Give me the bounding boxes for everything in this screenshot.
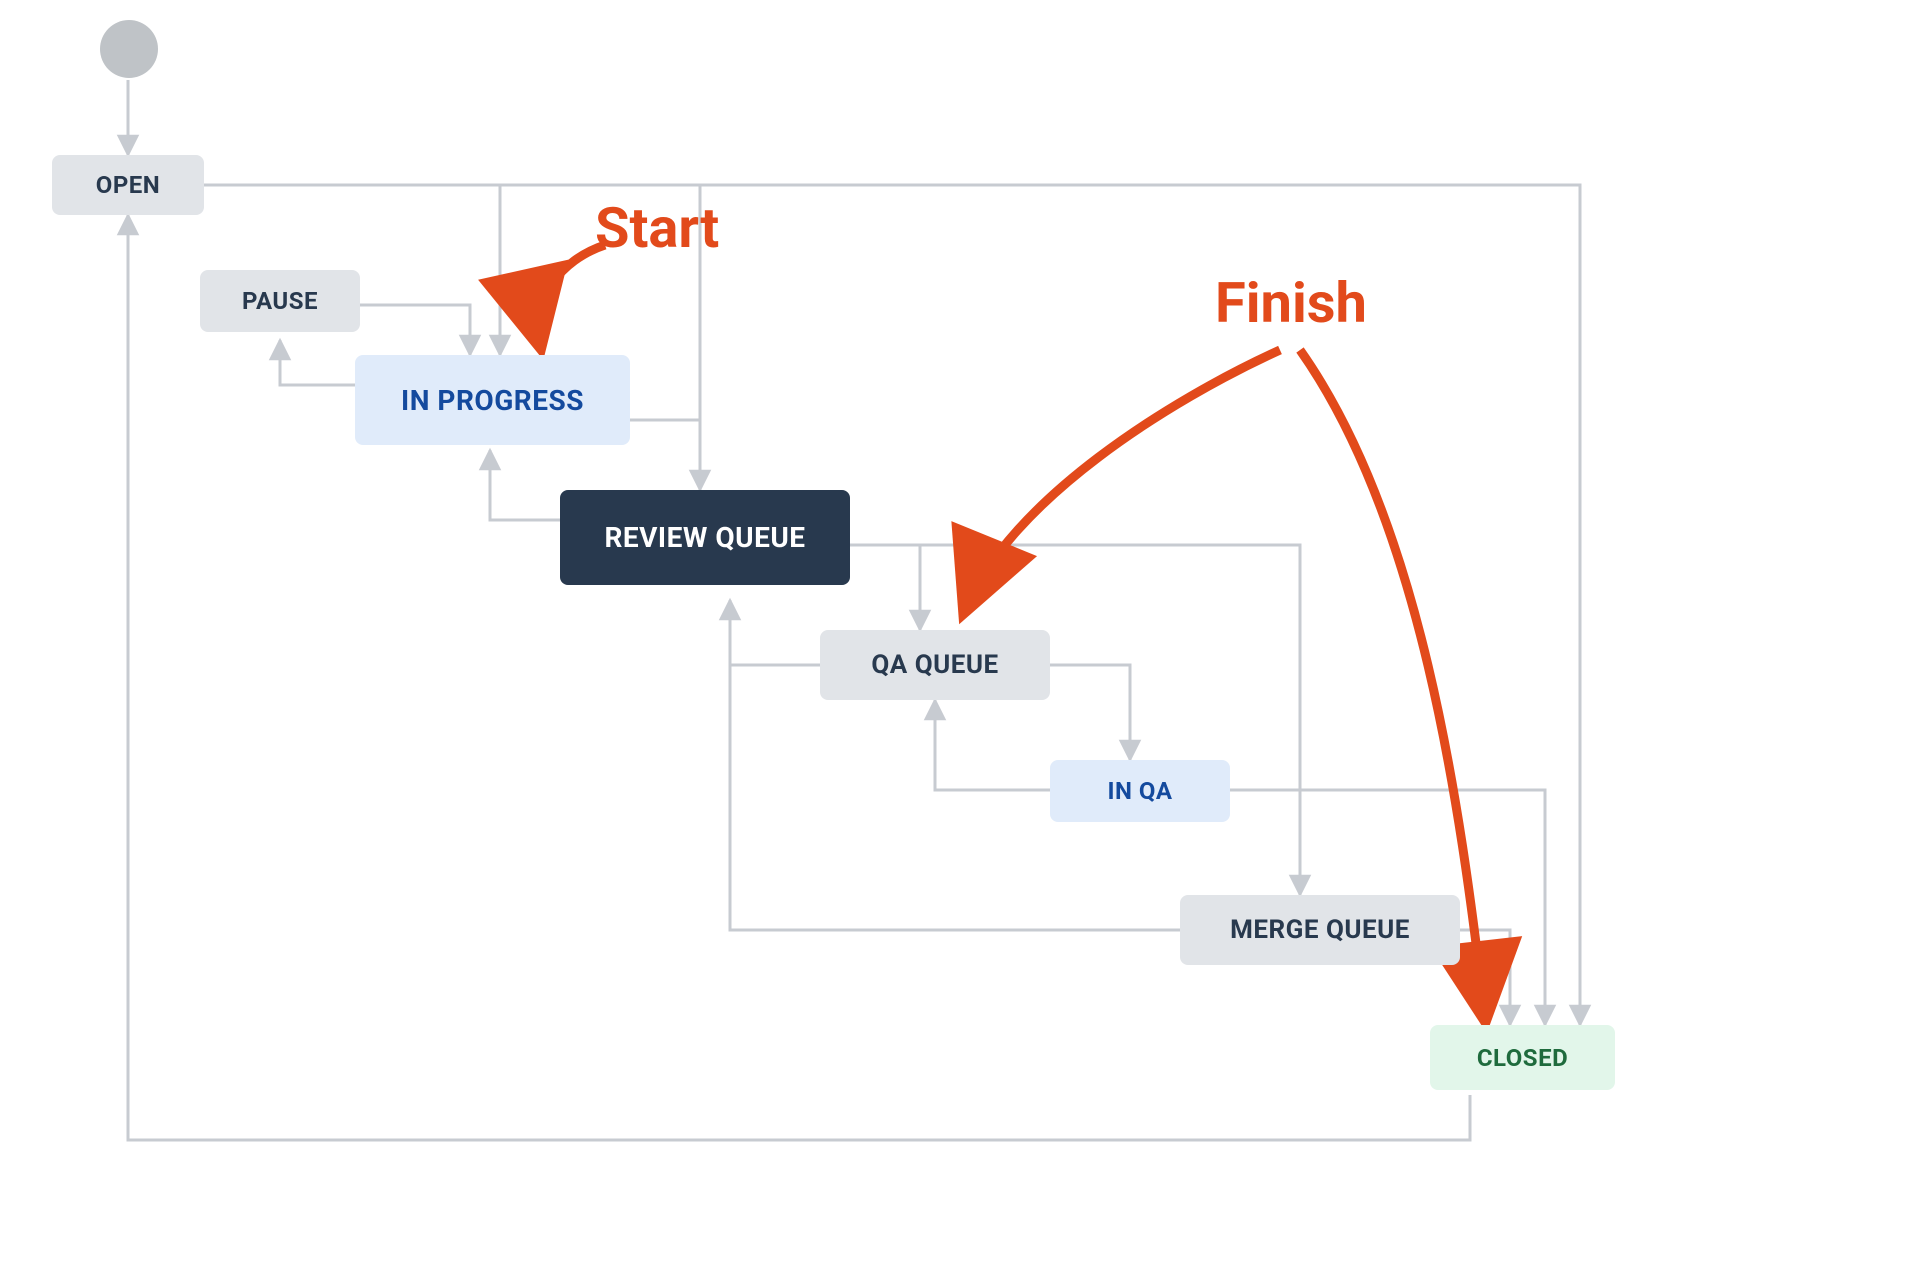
edge-inprogress-pause xyxy=(280,340,355,385)
edge-inprogress-reviewq xyxy=(630,420,700,490)
annotation-start-label: Start xyxy=(595,195,719,261)
state-review-queue: REVIEW QUEUE xyxy=(560,490,850,585)
state-open: OPEN xyxy=(52,155,204,215)
edge-closed-open xyxy=(128,215,1470,1140)
start-dot xyxy=(100,20,158,78)
state-qa-queue: QA QUEUE xyxy=(820,630,1050,700)
edge-inqa-mergeq xyxy=(1230,790,1300,895)
annotation-finish-label: Finish xyxy=(1215,270,1367,336)
annotation-arrow-finish-qa xyxy=(965,350,1280,610)
edge-pause-inprogress xyxy=(360,305,470,355)
workflow-diagram: OPEN PAUSE IN PROGRESS REVIEW QUEUE QA Q… xyxy=(0,0,1920,1277)
state-pause: PAUSE xyxy=(200,270,360,332)
edge-reviewq-qaqueue xyxy=(850,545,920,630)
edge-qaqueue-inqa xyxy=(1050,665,1130,760)
edge-inqa-qaqueue xyxy=(935,700,1050,790)
edge-reviewq-inprogress xyxy=(490,450,560,520)
state-in-progress: IN PROGRESS xyxy=(355,355,630,445)
state-in-qa: IN QA xyxy=(1050,760,1230,822)
state-merge-queue: MERGE QUEUE xyxy=(1180,895,1460,965)
edge-mergeq-closed xyxy=(1460,930,1510,1025)
state-closed: CLOSED xyxy=(1430,1025,1615,1090)
edge-qaqueue-reviewq xyxy=(730,600,820,665)
